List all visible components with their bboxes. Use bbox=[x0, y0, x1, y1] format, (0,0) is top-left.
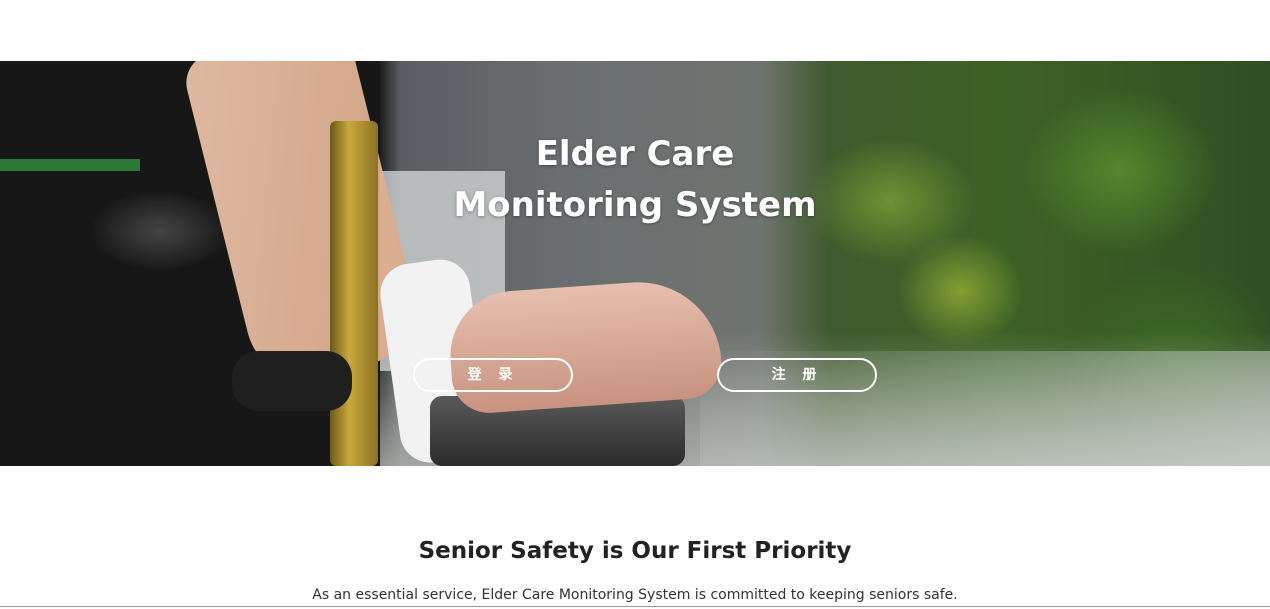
register-button[interactable]: 注 册 bbox=[717, 358, 877, 392]
hero-banner: Elder Care Monitoring System 登 录 注 册 bbox=[0, 61, 1270, 466]
divider bbox=[0, 606, 1270, 607]
hero-image-walker-handle bbox=[232, 351, 352, 411]
hero-title: Elder Care Monitoring System bbox=[0, 129, 1270, 231]
hero-image-elder-hand bbox=[446, 276, 724, 416]
top-bar bbox=[0, 0, 1270, 61]
hero-title-line1: Elder Care bbox=[535, 134, 735, 174]
section-title: Senior Safety is Our First Priority bbox=[418, 538, 852, 564]
login-button[interactable]: 登 录 bbox=[413, 358, 573, 392]
hero-title-line2: Monitoring System bbox=[453, 185, 817, 225]
section-subtitle: As an essential service, Elder Care Moni… bbox=[312, 587, 958, 603]
